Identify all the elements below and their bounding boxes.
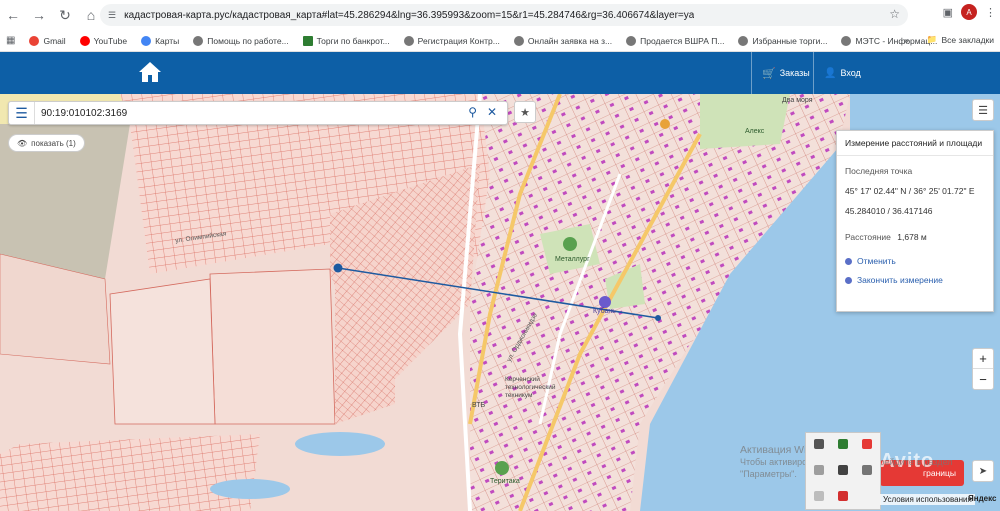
zoom-in-button[interactable]: + xyxy=(973,349,993,369)
bookmark-icon xyxy=(79,35,90,46)
finish-label: Закончить измерение xyxy=(857,275,943,285)
bookmark-icon xyxy=(302,35,313,46)
tray-app-icon[interactable] xyxy=(838,465,848,475)
login-button[interactable]: 👤 Вход xyxy=(813,52,873,94)
menu-icon[interactable]: ☰ xyxy=(9,102,35,124)
forward-icon[interactable]: → xyxy=(26,2,52,28)
map-label-alex: Алекс xyxy=(745,128,765,135)
site-header: 🛒 Заказы 👤 Вход xyxy=(0,52,1000,94)
bookmark-icon xyxy=(738,35,749,46)
search-icon[interactable]: ⚲ xyxy=(468,105,477,119)
tray-app-icon[interactable] xyxy=(862,465,872,475)
cart-icon: 🛒 xyxy=(762,67,776,80)
distance-label: Расстояние xyxy=(845,232,891,242)
bookmark-label: YouTube xyxy=(93,35,128,46)
address-url[interactable]: кадастровая-карта.рус/кадастровая_карта#… xyxy=(124,10,694,21)
cancel-icon xyxy=(845,257,852,265)
measurement-panel: Измерение расстояний и площади Последняя… xyxy=(836,130,994,312)
bookmark-favorites[interactable]: Избранные торги... xyxy=(738,35,828,46)
menu-kebab-icon[interactable]: ⋮ xyxy=(985,6,996,19)
bookmark-icon xyxy=(141,35,152,46)
bookmark-label: Регистрация Контр... xyxy=(417,35,500,46)
cancel-measure-button[interactable]: Отменить xyxy=(837,256,993,266)
bookmark-label: Помощь по работе... xyxy=(207,35,289,46)
zoom-out-button[interactable]: − xyxy=(973,369,993,389)
orders-label: Заказы xyxy=(779,68,810,78)
login-label: Вход xyxy=(840,68,861,78)
yandex-tray-icon[interactable] xyxy=(838,491,848,501)
show-results-label: показать (1) xyxy=(31,138,76,148)
bookmarks-right: » 📁 Все закладки xyxy=(904,34,994,45)
cadastral-search-input[interactable] xyxy=(35,107,435,119)
extensions-icon[interactable]: ▣ xyxy=(943,6,953,19)
bookmark-youtube[interactable]: YouTube xyxy=(79,35,128,46)
bookmarks-overflow[interactable]: » xyxy=(904,35,909,45)
measurement-title: Измерение расстояний и площади xyxy=(837,131,993,156)
bookmark-icon xyxy=(626,35,637,46)
bookmark-icon xyxy=(193,35,204,46)
check-icon xyxy=(845,276,852,284)
bookmark-maps[interactable]: Карты xyxy=(141,35,180,46)
bookmark-label: Карты xyxy=(155,35,180,46)
last-point-label: Последняя точка xyxy=(845,166,913,176)
map-label-kuban: Кубань xyxy=(593,308,616,315)
all-bookmarks-link[interactable]: Все закладки xyxy=(941,35,994,45)
map-label-vtb: ВТБ xyxy=(472,402,486,409)
tray-app-icon[interactable] xyxy=(814,465,824,475)
layers-icon[interactable]: ☰ xyxy=(972,99,994,121)
tray-app-icon[interactable] xyxy=(838,439,848,449)
bookmark-label: Торги по банкрот... xyxy=(316,35,390,46)
bookmark-icon xyxy=(29,35,40,46)
close-icon[interactable]: ✕ xyxy=(487,105,497,119)
user-icon: 👤 xyxy=(824,67,837,79)
back-icon[interactable]: ← xyxy=(0,2,26,28)
bookmark-label: Онлайн заявка на з... xyxy=(527,35,613,46)
home-icon[interactable] xyxy=(138,61,162,83)
bookmark-label: Gmail xyxy=(43,35,66,46)
apps-grid-icon[interactable]: ▦ xyxy=(6,35,15,46)
bookmark-registration[interactable]: Регистрация Контр... xyxy=(403,35,500,46)
bookmark-gmail[interactable]: Gmail xyxy=(29,35,66,46)
browser-actions: ▣ А ⋮ xyxy=(943,4,996,20)
favorites-star-icon[interactable]: ★ xyxy=(514,101,536,123)
map-label-metallurg: Металлург xyxy=(555,256,590,263)
bookmark-help[interactable]: Помощь по работе... xyxy=(193,35,289,46)
yandex-logo: Яндекс xyxy=(968,494,997,503)
bookmark-vshra[interactable]: Продается ВШРА П... xyxy=(626,35,725,46)
bookmark-icon xyxy=(841,35,852,46)
map-label-two-seas: Два моря xyxy=(782,97,813,104)
eye-icon: 👁 xyxy=(17,138,28,148)
address-bar[interactable]: ☰ кадастровая-карта.рус/кадастровая_карт… xyxy=(100,4,908,26)
bookmarks-bar: ▦ Gmail YouTube Карты Помощь по работе..… xyxy=(0,30,1000,52)
tray-app-icon[interactable] xyxy=(862,439,872,449)
orders-button[interactable]: 🛒 Заказы xyxy=(751,52,813,94)
cancel-label: Отменить xyxy=(857,256,896,266)
system-tray-popup xyxy=(805,432,881,510)
profile-avatar[interactable]: А xyxy=(961,4,977,20)
map-label-teritaka: Теритака xyxy=(490,478,520,485)
bookmark-icon xyxy=(513,35,524,46)
reload-icon[interactable]: ↻ xyxy=(52,2,78,28)
distance-row: Расстояние 1,678 м xyxy=(837,232,993,242)
bookmark-torgi[interactable]: Торги по банкрот... xyxy=(302,35,390,46)
bookmark-icon xyxy=(403,35,414,46)
bookmark-online[interactable]: Онлайн заявка на з... xyxy=(513,35,613,46)
bookmark-label: Избранные торги... xyxy=(752,35,828,46)
bookmark-star-icon[interactable]: ☆ xyxy=(889,7,900,21)
last-point-decimal: 45.284010 / 36.417146 xyxy=(845,206,933,216)
finish-measure-button[interactable]: Закончить измерение xyxy=(837,275,993,285)
show-results-button[interactable]: 👁 показать (1) xyxy=(8,134,85,152)
zoom-control: + − xyxy=(972,348,994,390)
distance-value: 1,678 м xyxy=(897,232,927,242)
search-bar: ☰ ⚲ ✕ xyxy=(8,101,508,125)
last-point-dms: 45° 17' 02.44" N / 36° 25' 01.72" E xyxy=(845,186,975,196)
map-label-college: Керченский технологический техникум xyxy=(505,376,556,399)
tray-app-icon[interactable] xyxy=(814,439,824,449)
tray-app-icon[interactable] xyxy=(814,491,824,501)
locate-icon[interactable]: ➤ xyxy=(972,460,994,482)
terms-link[interactable]: Условия использования xyxy=(880,494,975,505)
folder-icon: 📁 xyxy=(926,34,938,44)
site-info-icon[interactable]: ☰ xyxy=(108,10,116,21)
bookmark-label: Продается ВШРА П... xyxy=(640,35,725,46)
